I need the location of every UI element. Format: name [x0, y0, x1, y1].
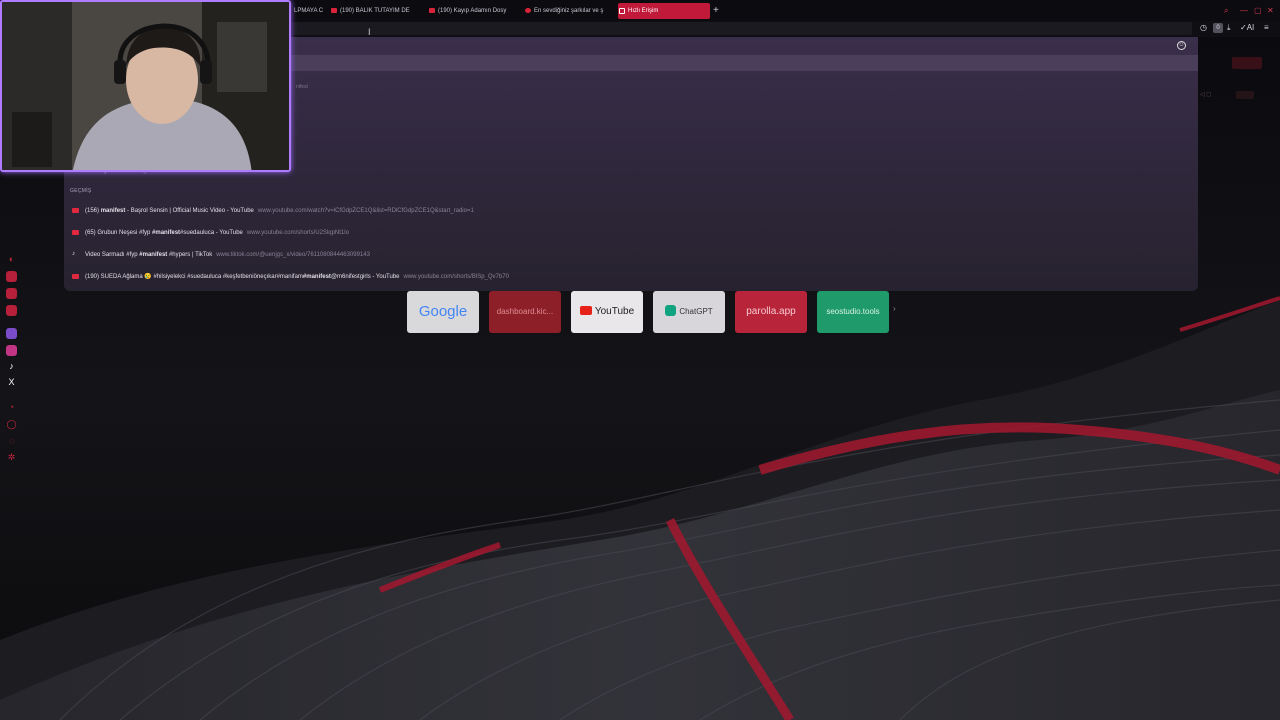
tab-kayip-adamin-dosyasi[interactable]: (190) Kayıp Adamın Dosy — [428, 3, 514, 19]
webcam-overlay — [0, 0, 291, 172]
download-icon[interactable]: ⤓ — [1227, 23, 1231, 33]
youtube-icon — [429, 8, 435, 13]
history-icon[interactable]: ◔ — [6, 402, 17, 413]
settings-icon[interactable]: ✲ — [6, 452, 17, 463]
history-suggestion[interactable]: (190) SUEDA Ağlama 😢 #hilsiyelekci #sued… — [72, 271, 509, 283]
webcam-image — [2, 2, 289, 170]
search-tabs-icon[interactable]: ⌕ — [1224, 6, 1228, 16]
tab-hizli-erisim[interactable]: Hızlı Erişim — [618, 3, 710, 19]
youtube-icon — [579, 306, 592, 316]
text-cursor-icon: I — [368, 27, 371, 37]
tab-en-sevdiginiz-sarkilar[interactable]: En sevdiğiniz şarkılar ve ş — [524, 3, 610, 19]
speed-dial-chatgpt[interactable]: ChatGPT — [653, 291, 725, 333]
bookmarks-icon[interactable]: ◯ — [6, 419, 17, 430]
browser-window: LPMAYA C (190) BALIK TUTAYIM DE (190) Ka… — [0, 0, 1280, 720]
tab-balik-tutayim[interactable]: (190) BALIK TUTAYIM DE — [330, 3, 418, 19]
speed-dial-parolla[interactable]: parolla.app — [735, 291, 807, 333]
instagram-icon[interactable] — [6, 345, 17, 356]
history-suggestion[interactable]: (156) manifest - Başrol Sensin | Officia… — [72, 205, 474, 217]
x-icon[interactable]: X — [6, 377, 17, 388]
messenger-icon[interactable] — [6, 288, 17, 299]
aria-icon[interactable]: ◐ — [6, 254, 17, 265]
history-suggestion[interactable]: ♪ Video Sarmadı #fyp #manifest #hypers | … — [72, 249, 370, 261]
address-bar[interactable] — [292, 22, 1192, 35]
history-section-title: GEÇMİŞ — [70, 188, 92, 194]
new-tab-button[interactable]: + — [713, 4, 719, 18]
extension-badge[interactable]: 0 — [1213, 23, 1223, 33]
minimize-icon[interactable]: — — [1240, 6, 1248, 15]
sidebar: ◐ ♪ X ◔ ◯ ◌ ✲ — [0, 244, 24, 714]
music-icon — [525, 8, 531, 13]
menu-icon[interactable]: ≡ — [1264, 23, 1269, 33]
tiktok-icon[interactable]: ♪ — [6, 361, 17, 372]
whatsapp-icon[interactable] — [6, 305, 17, 316]
chatgpt-icon — [665, 305, 677, 317]
twitch-icon[interactable] — [6, 328, 17, 339]
history-suggestion[interactable]: (65) Grubun Neşesi #fyp #manifest#suedau… — [72, 227, 349, 239]
speed-dial-youtube[interactable]: YouTube — [571, 291, 643, 333]
speed-dial-google[interactable]: Google — [407, 291, 479, 333]
speed-dial-seostudio[interactable]: seostudio.tools — [817, 291, 889, 333]
speed-dial-dashboard[interactable]: dashboard.kic... — [489, 291, 561, 333]
emoji-icon[interactable]: ☺ — [1177, 41, 1186, 50]
maximize-icon[interactable]: ▢ — [1254, 6, 1262, 15]
tiktok-icon: ♪ — [72, 250, 75, 257]
speed-dial-icon — [619, 8, 625, 14]
downloads-icon[interactable]: ◌ — [6, 436, 17, 447]
snapshot-icon[interactable]: ◷ — [1200, 23, 1207, 33]
background-button — [1232, 57, 1262, 69]
chevron-right-icon[interactable]: › — [893, 304, 896, 313]
youtube-icon — [72, 207, 79, 213]
background-chip — [1236, 91, 1254, 99]
workspace-icon[interactable] — [6, 271, 17, 282]
background-icon: ◁ ◻ — [1200, 92, 1212, 98]
youtube-icon — [72, 229, 79, 235]
youtube-icon — [331, 8, 337, 13]
close-icon[interactable]: ✕ — [1267, 6, 1274, 15]
typed-text-fragment: nifest — [296, 84, 308, 90]
youtube-icon — [72, 273, 79, 279]
aria-ai-button[interactable]: ✓AI — [1240, 23, 1254, 33]
